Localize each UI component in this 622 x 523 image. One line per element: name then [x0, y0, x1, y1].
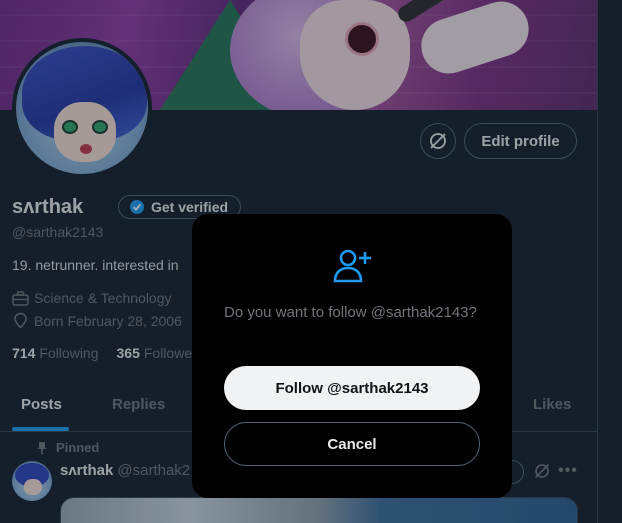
follow-button[interactable]: Follow @sarthak2143 — [224, 366, 480, 410]
follow-dialog: Do you want to follow @sarthak2143? Foll… — [192, 214, 512, 498]
dialog-message: Do you want to follow @sarthak2143? — [224, 304, 477, 321]
add-user-icon — [333, 249, 371, 283]
cancel-button[interactable]: Cancel — [224, 422, 480, 466]
